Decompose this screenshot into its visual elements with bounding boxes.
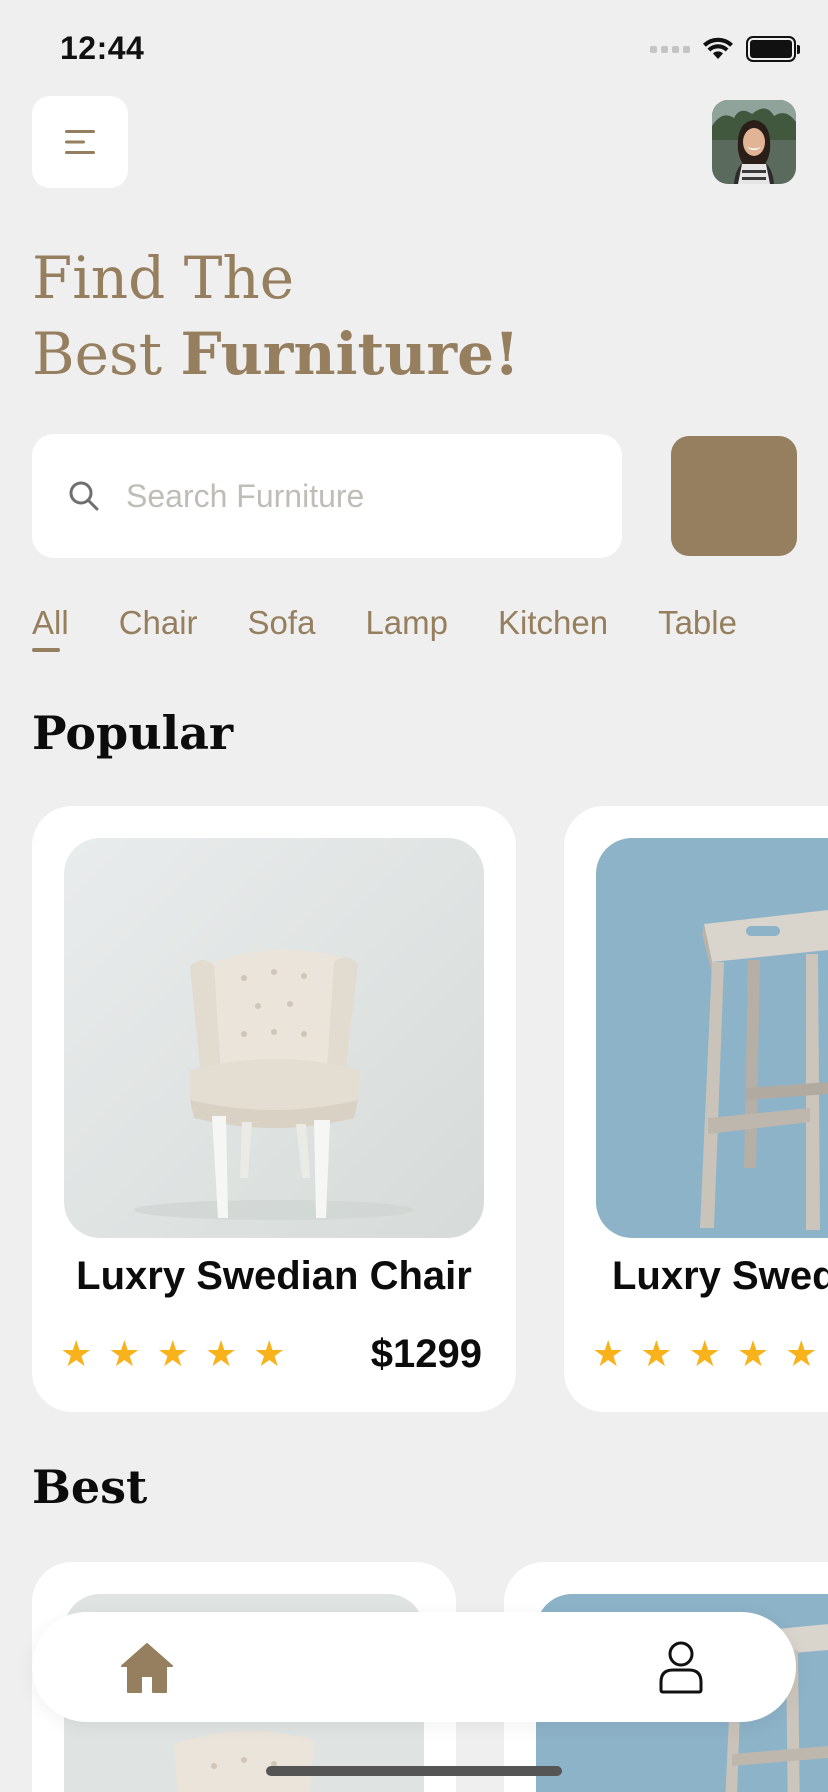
section-title-popular: Popular [32,706,234,760]
menu-icon [65,130,95,154]
filter-button[interactable] [671,436,797,556]
star-icon: ★ [253,1333,286,1374]
status-bar: 12:44 [0,0,828,100]
menu-button[interactable] [32,96,128,188]
search-input[interactable]: Search Furniture [32,434,622,558]
star-icon: ★ [688,1333,721,1374]
star-icon: ★ [204,1333,238,1374]
star-icon: ★ [592,1333,625,1374]
star-icon: ★ [785,1333,818,1374]
bottom-navigation [32,1612,796,1722]
cellular-signal-icon [650,45,690,53]
product-card[interactable]: Luxry Swedian Chair ★ ★ ★ ★ ★ [564,806,828,1412]
wifi-icon [703,37,733,59]
headline-line-2: Best Furniture! [32,316,519,392]
product-image-chair [64,838,484,1238]
home-icon[interactable] [120,1642,174,1694]
star-icon: ★ [108,1333,141,1374]
star-icon: ★ [736,1333,770,1374]
profile-icon[interactable] [658,1640,704,1694]
section-title-best: Best [32,1460,148,1514]
headline-line-2-regular: Best [32,320,181,388]
star-icon: ★ [640,1333,673,1374]
tab-chair[interactable]: Chair [119,604,198,642]
tab-all[interactable]: All [32,604,69,652]
status-icons [650,36,800,62]
star-icon: ★ [156,1333,189,1374]
rating-stars: ★ ★ ★ ★ ★ [592,1334,817,1374]
search-placeholder: Search Furniture [126,477,365,514]
star-icon: ★ [60,1333,93,1374]
product-name: Luxry Swedian Chair [612,1254,828,1298]
product-card[interactable]: Luxry Swedian Chair ★ ★ ★ ★ ★ $1299 [32,806,516,1412]
home-indicator[interactable] [266,1766,562,1776]
headline-line-1: Find The [32,244,295,312]
rating-stars: ★ ★ ★ ★ ★ [60,1334,285,1374]
product-image-stool [596,838,828,1238]
tab-lamp[interactable]: Lamp [365,604,448,642]
tab-kitchen[interactable]: Kitchen [498,604,608,642]
tab-sofa[interactable]: Sofa [248,604,316,642]
category-tabs: All Chair Sofa Lamp Kitchen Table [32,604,787,652]
product-price: $1299 [370,1332,482,1376]
page-headline: Find The Best Furniture! [32,240,519,392]
headline-line-2-bold: Furniture! [180,320,520,388]
avatar[interactable] [712,100,796,184]
product-name: Luxry Swedian Chair [76,1254,472,1298]
battery-icon [746,36,800,62]
search-icon [69,481,99,511]
tab-table[interactable]: Table [658,604,737,642]
status-time: 12:44 [60,30,145,66]
